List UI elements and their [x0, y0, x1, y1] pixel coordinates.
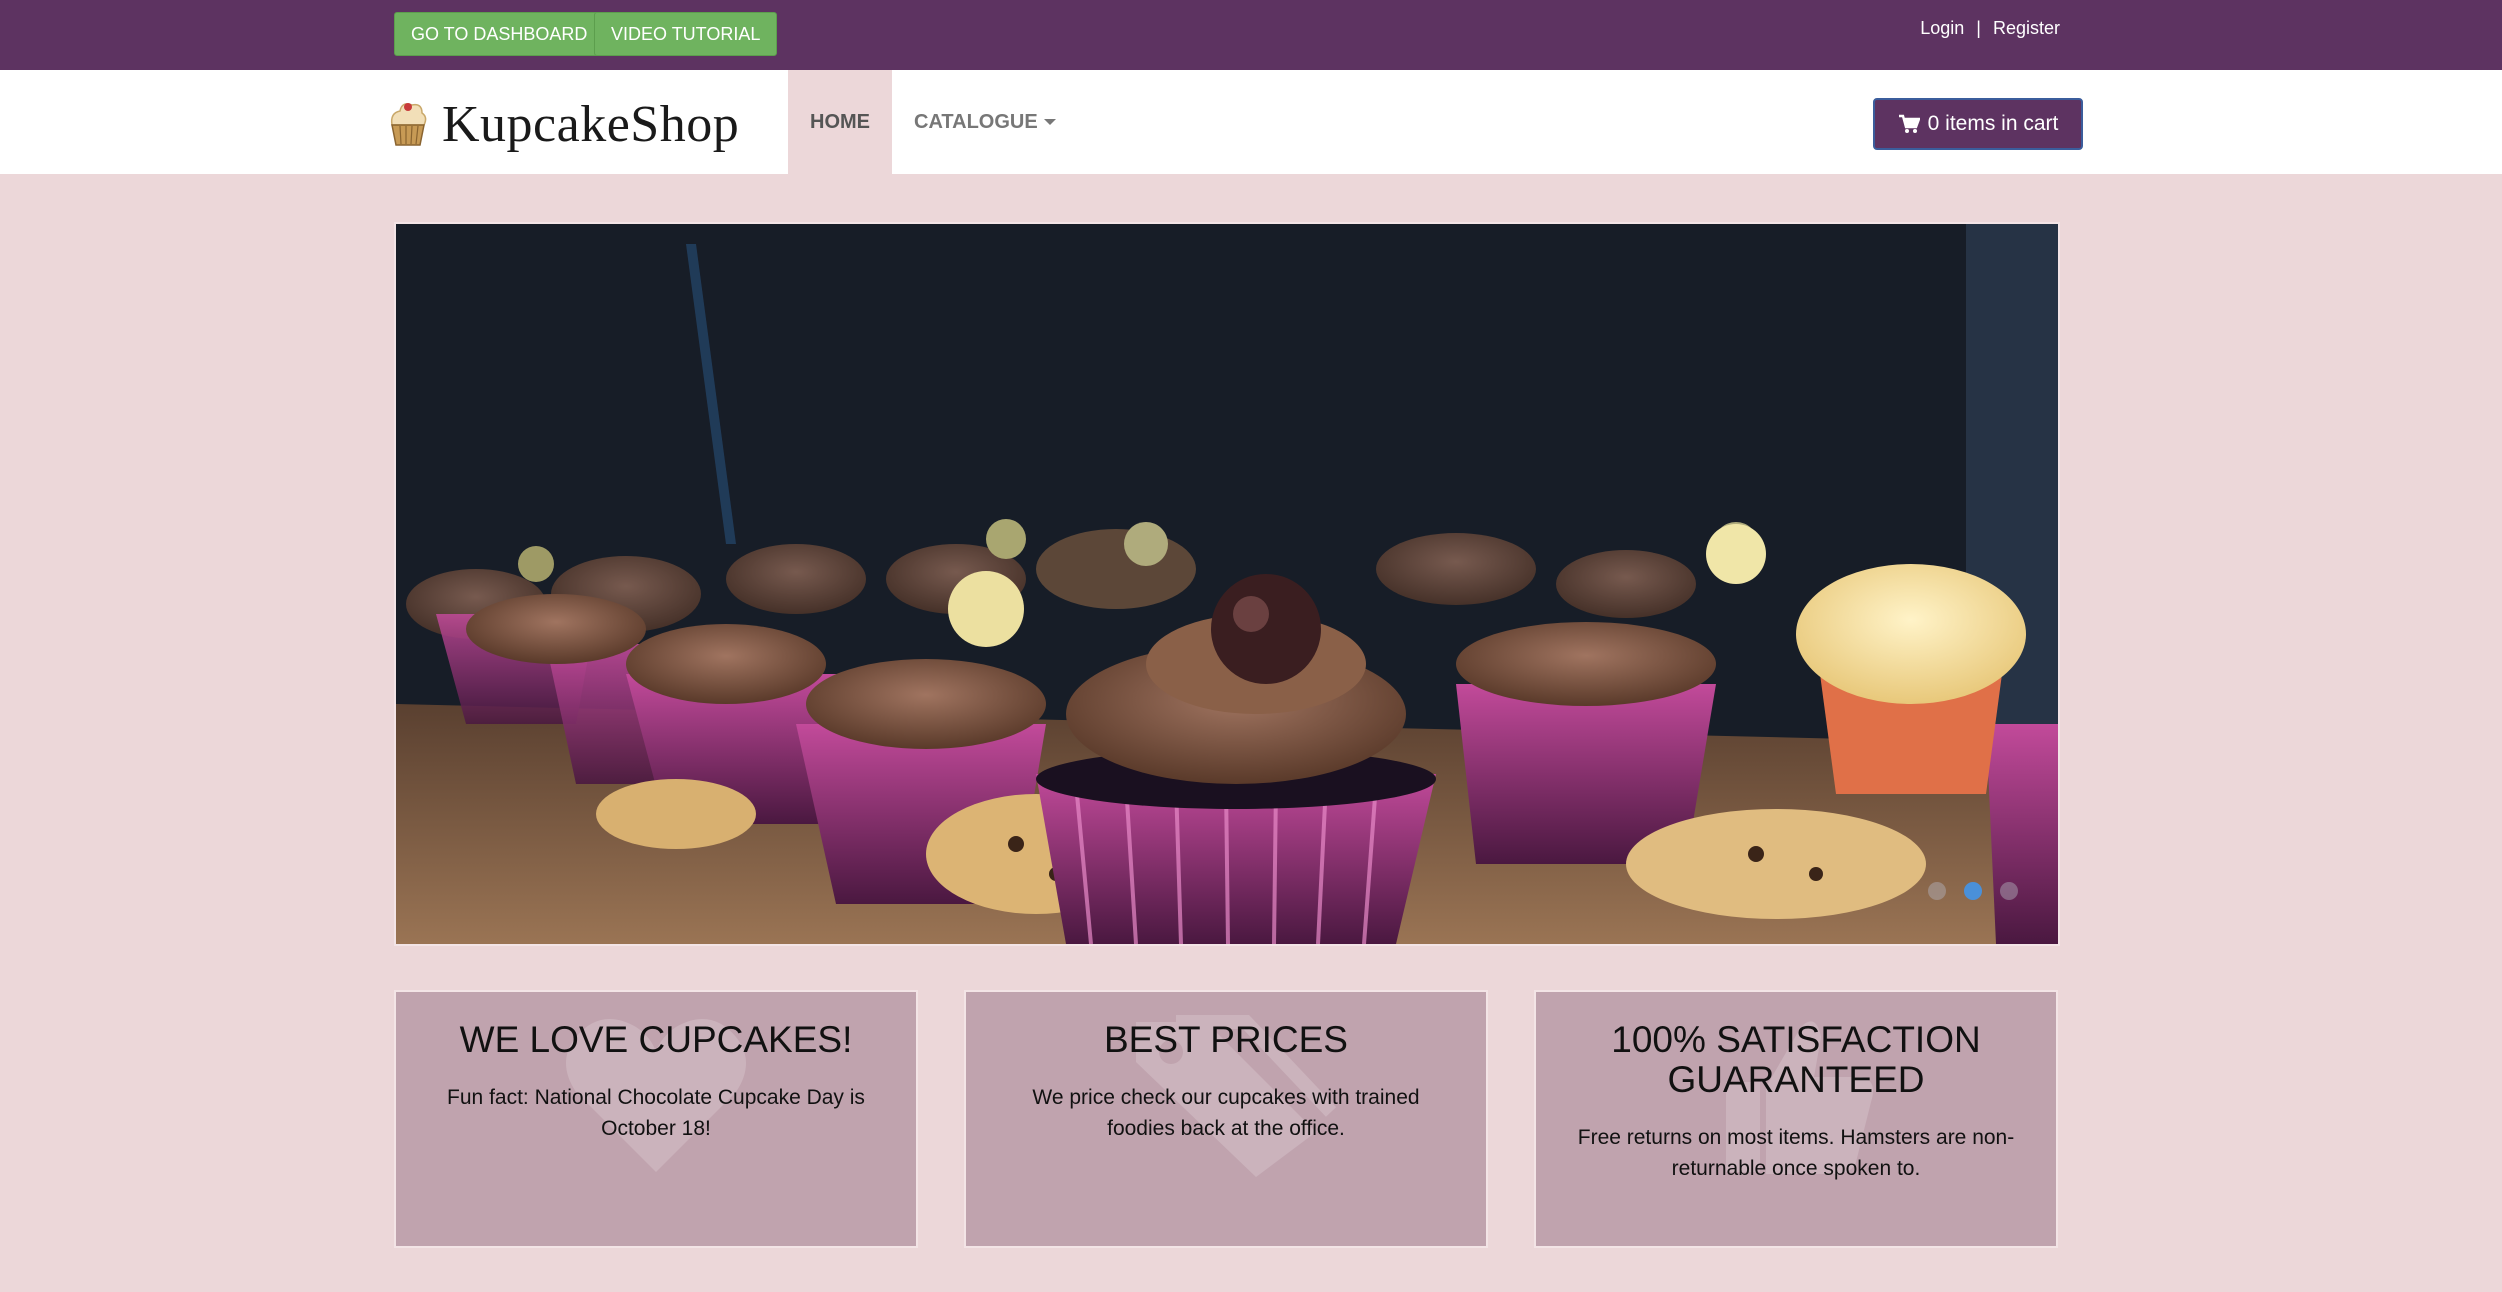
logo-text: KupcakeShop [442, 95, 740, 153]
login-link[interactable]: Login [1920, 18, 1964, 39]
carousel-dot-2[interactable] [1964, 882, 1982, 900]
auth-links: Login | Register [1920, 18, 2060, 39]
video-tutorial-button[interactable]: VIDEO TUTORIAL [594, 12, 778, 56]
site-logo[interactable]: KupcakeShop [386, 94, 739, 154]
feature-text: Free returns on most items. Hamsters are… [1577, 1126, 2015, 1180]
cupcake-logo-icon [390, 103, 427, 146]
feature-title: WE LOVE CUPCAKES! [459, 1019, 853, 1060]
caret-down-icon [1043, 119, 1056, 125]
cart-button[interactable]: 0 items in cart [1873, 98, 2083, 150]
nav-home[interactable]: HOME [788, 70, 892, 174]
hero-carousel[interactable] [394, 222, 2060, 946]
carousel-dot-3[interactable] [2000, 882, 2018, 900]
top-bar: GO TO DASHBOARD VIDEO TUTORIAL Login | R… [0, 0, 2502, 70]
nav-catalogue[interactable]: CATALOGUE [914, 70, 1056, 174]
feature-text: We price check our cupcakes with trained… [1032, 1086, 1420, 1140]
feature-text: Fun fact: National Chocolate Cupcake Day… [447, 1086, 865, 1140]
shopping-cart-icon [1898, 114, 1920, 133]
feature-box-love: WE LOVE CUPCAKES! Fun fact: National Cho… [394, 990, 918, 1248]
feature-title: BEST PRICES [1103, 1019, 1348, 1060]
go-to-dashboard-button[interactable]: GO TO DASHBOARD [394, 12, 605, 56]
carousel-indicators [1928, 882, 2018, 900]
feature-title: 100% SATISFACTION GUARANTEED [1611, 1019, 1981, 1100]
main-navbar: KupcakeShop HOME CATALOGUE 0 items in ca… [0, 70, 2502, 174]
feature-box-prices: BEST PRICES We price check our cupcakes … [964, 990, 1488, 1248]
carousel-dot-1[interactable] [1928, 882, 1946, 900]
feature-box-satisfaction: 100% SATISFACTION GUARANTEED Free return… [1534, 990, 2058, 1248]
nav-catalogue-label: CATALOGUE [914, 111, 1038, 133]
cart-count-label: 0 items in cart [1927, 112, 2059, 135]
register-link[interactable]: Register [1993, 18, 2060, 39]
cupcakes-photo [396, 224, 2058, 944]
auth-separator: | [1976, 18, 1981, 38]
